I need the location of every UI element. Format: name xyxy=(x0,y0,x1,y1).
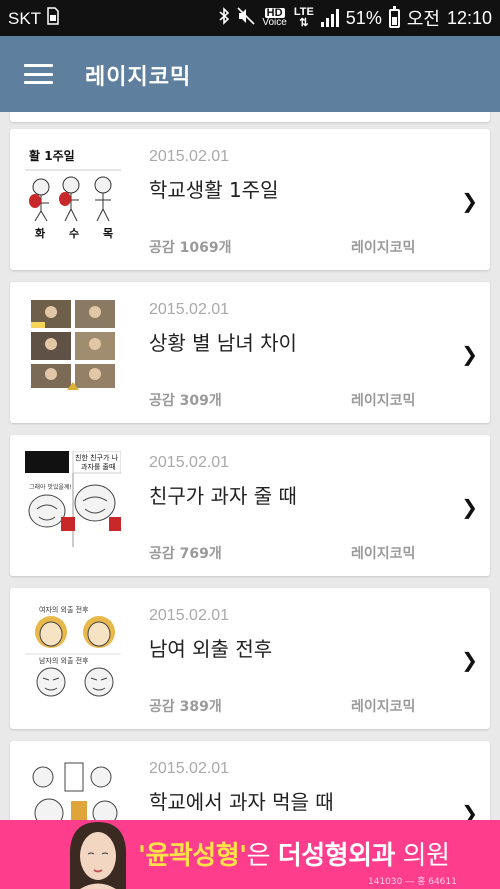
source-label: 레이지코믹 xyxy=(351,546,416,562)
chevron-right-icon[interactable]: ❯ xyxy=(461,189,478,213)
post-title: 학교생활 1주일 xyxy=(149,178,279,202)
post-title: 학교에서 과자 먹을 때 xyxy=(149,790,334,814)
ad-clinic: 더성형외과 xyxy=(277,841,396,871)
svg-text:친한 친구가 나: 친한 친구가 나 xyxy=(75,453,119,462)
svg-text:그래아 맛있을께!: 그래아 맛있을께! xyxy=(29,483,72,491)
ad-model-image xyxy=(62,820,132,889)
svg-text:여자의 외출 전후: 여자의 외출 전후 xyxy=(39,605,89,614)
battery-icon xyxy=(388,5,400,28)
chevron-right-icon[interactable]: ❯ xyxy=(461,342,478,366)
mute-icon xyxy=(237,6,255,30)
hd-voice-icon: HD Voice xyxy=(262,7,287,28)
signal-strength-icon xyxy=(320,9,339,27)
like-count: 공감 1069개 xyxy=(149,240,232,256)
post-date: 2015.02.01 xyxy=(149,454,230,471)
post-date: 2015.02.01 xyxy=(149,607,230,624)
svg-text:화: 화 xyxy=(35,226,45,240)
ad-headline: '윤곽성형'은 더성형외과 의원 xyxy=(138,841,450,871)
comic-thumbnail: 친한 친구가 나 과자를 줄때 그래아 맛있을께! xyxy=(25,451,121,547)
source-label: 레이지코믹 xyxy=(351,699,416,715)
list-item[interactable]: 친한 친구가 나 과자를 줄때 그래아 맛있을께! 2015.02.01 친구가… xyxy=(10,435,490,576)
carrier-label: SKT xyxy=(8,8,42,28)
chevron-right-icon[interactable]: ❯ xyxy=(461,495,478,519)
list-item[interactable]: 2015.02.01 학교에서 과자 먹을 때 ❯ xyxy=(10,741,490,820)
app-bar: 레이지코믹 xyxy=(0,36,500,112)
bluetooth-icon xyxy=(218,6,230,30)
source-label: 레이지코믹 xyxy=(351,240,416,256)
app-title: 레이지코믹 xyxy=(85,65,192,90)
post-title: 친구가 과자 줄 때 xyxy=(149,484,297,508)
post-date: 2015.02.01 xyxy=(149,760,230,777)
comic-thumbnail xyxy=(25,757,121,820)
hamburger-menu-icon[interactable] xyxy=(24,64,53,84)
list-item[interactable]: 2015.02.01 상황 별 남녀 차이 공감 309개 레이지코믹 ❯ xyxy=(10,282,490,423)
chevron-right-icon[interactable]: ❯ xyxy=(461,801,478,820)
battery-percent: 51% xyxy=(345,7,382,28)
source-label: 레이지코믹 xyxy=(351,393,416,409)
sim-card-icon xyxy=(47,7,59,30)
list-item-partial[interactable] xyxy=(10,112,490,122)
list-item[interactable]: 활 1주일 화 수 목 2015.02.01 학교생활 1주일 공감 1069개… xyxy=(10,129,490,270)
list-item[interactable]: 여자의 외출 전후 남자의 외출 전후 2015.02.01 남여 외출 전후 … xyxy=(10,588,490,729)
chevron-right-icon[interactable]: ❯ xyxy=(461,648,478,672)
clock-time: 12:10 xyxy=(446,7,492,28)
like-count: 공감 769개 xyxy=(149,546,222,562)
comic-list[interactable]: 활 1주일 화 수 목 2015.02.01 학교생활 1주일 공감 1069개… xyxy=(0,112,500,820)
svg-text:남자의 외출 전후: 남자의 외출 전후 xyxy=(39,656,89,665)
ad-fine-print: 141030 ― 홍 64611 xyxy=(368,877,457,887)
comic-thumbnail: 여자의 외출 전후 남자의 외출 전후 xyxy=(25,604,121,700)
clock-ampm: 오전 xyxy=(406,9,440,29)
post-title: 남여 외출 전후 xyxy=(149,637,273,661)
lte-icon: LTE ⇅ xyxy=(293,6,314,29)
comic-thumbnail: 활 1주일 화 수 목 xyxy=(25,145,121,241)
svg-text:과자를 줄때: 과자를 줄때 xyxy=(81,462,115,471)
svg-text:수: 수 xyxy=(69,227,79,240)
status-bar: SKT HD Voice LTE ⇅ 51% 오전 12:10 xyxy=(0,0,500,36)
like-count: 공감 309개 xyxy=(149,393,222,409)
post-title: 상황 별 남녀 차이 xyxy=(149,331,297,355)
svg-text:목: 목 xyxy=(103,227,113,240)
post-date: 2015.02.01 xyxy=(149,148,230,165)
post-date: 2015.02.01 xyxy=(149,301,230,318)
ad-brand: 윤곽성형 xyxy=(145,841,240,871)
like-count: 공감 389개 xyxy=(149,699,222,715)
comic-thumbnail xyxy=(25,298,121,394)
ad-banner[interactable]: '윤곽성형'은 더성형외과 의원 141030 ― 홍 64611 xyxy=(0,820,500,889)
thumb-caption: 활 1주일 xyxy=(29,148,75,163)
